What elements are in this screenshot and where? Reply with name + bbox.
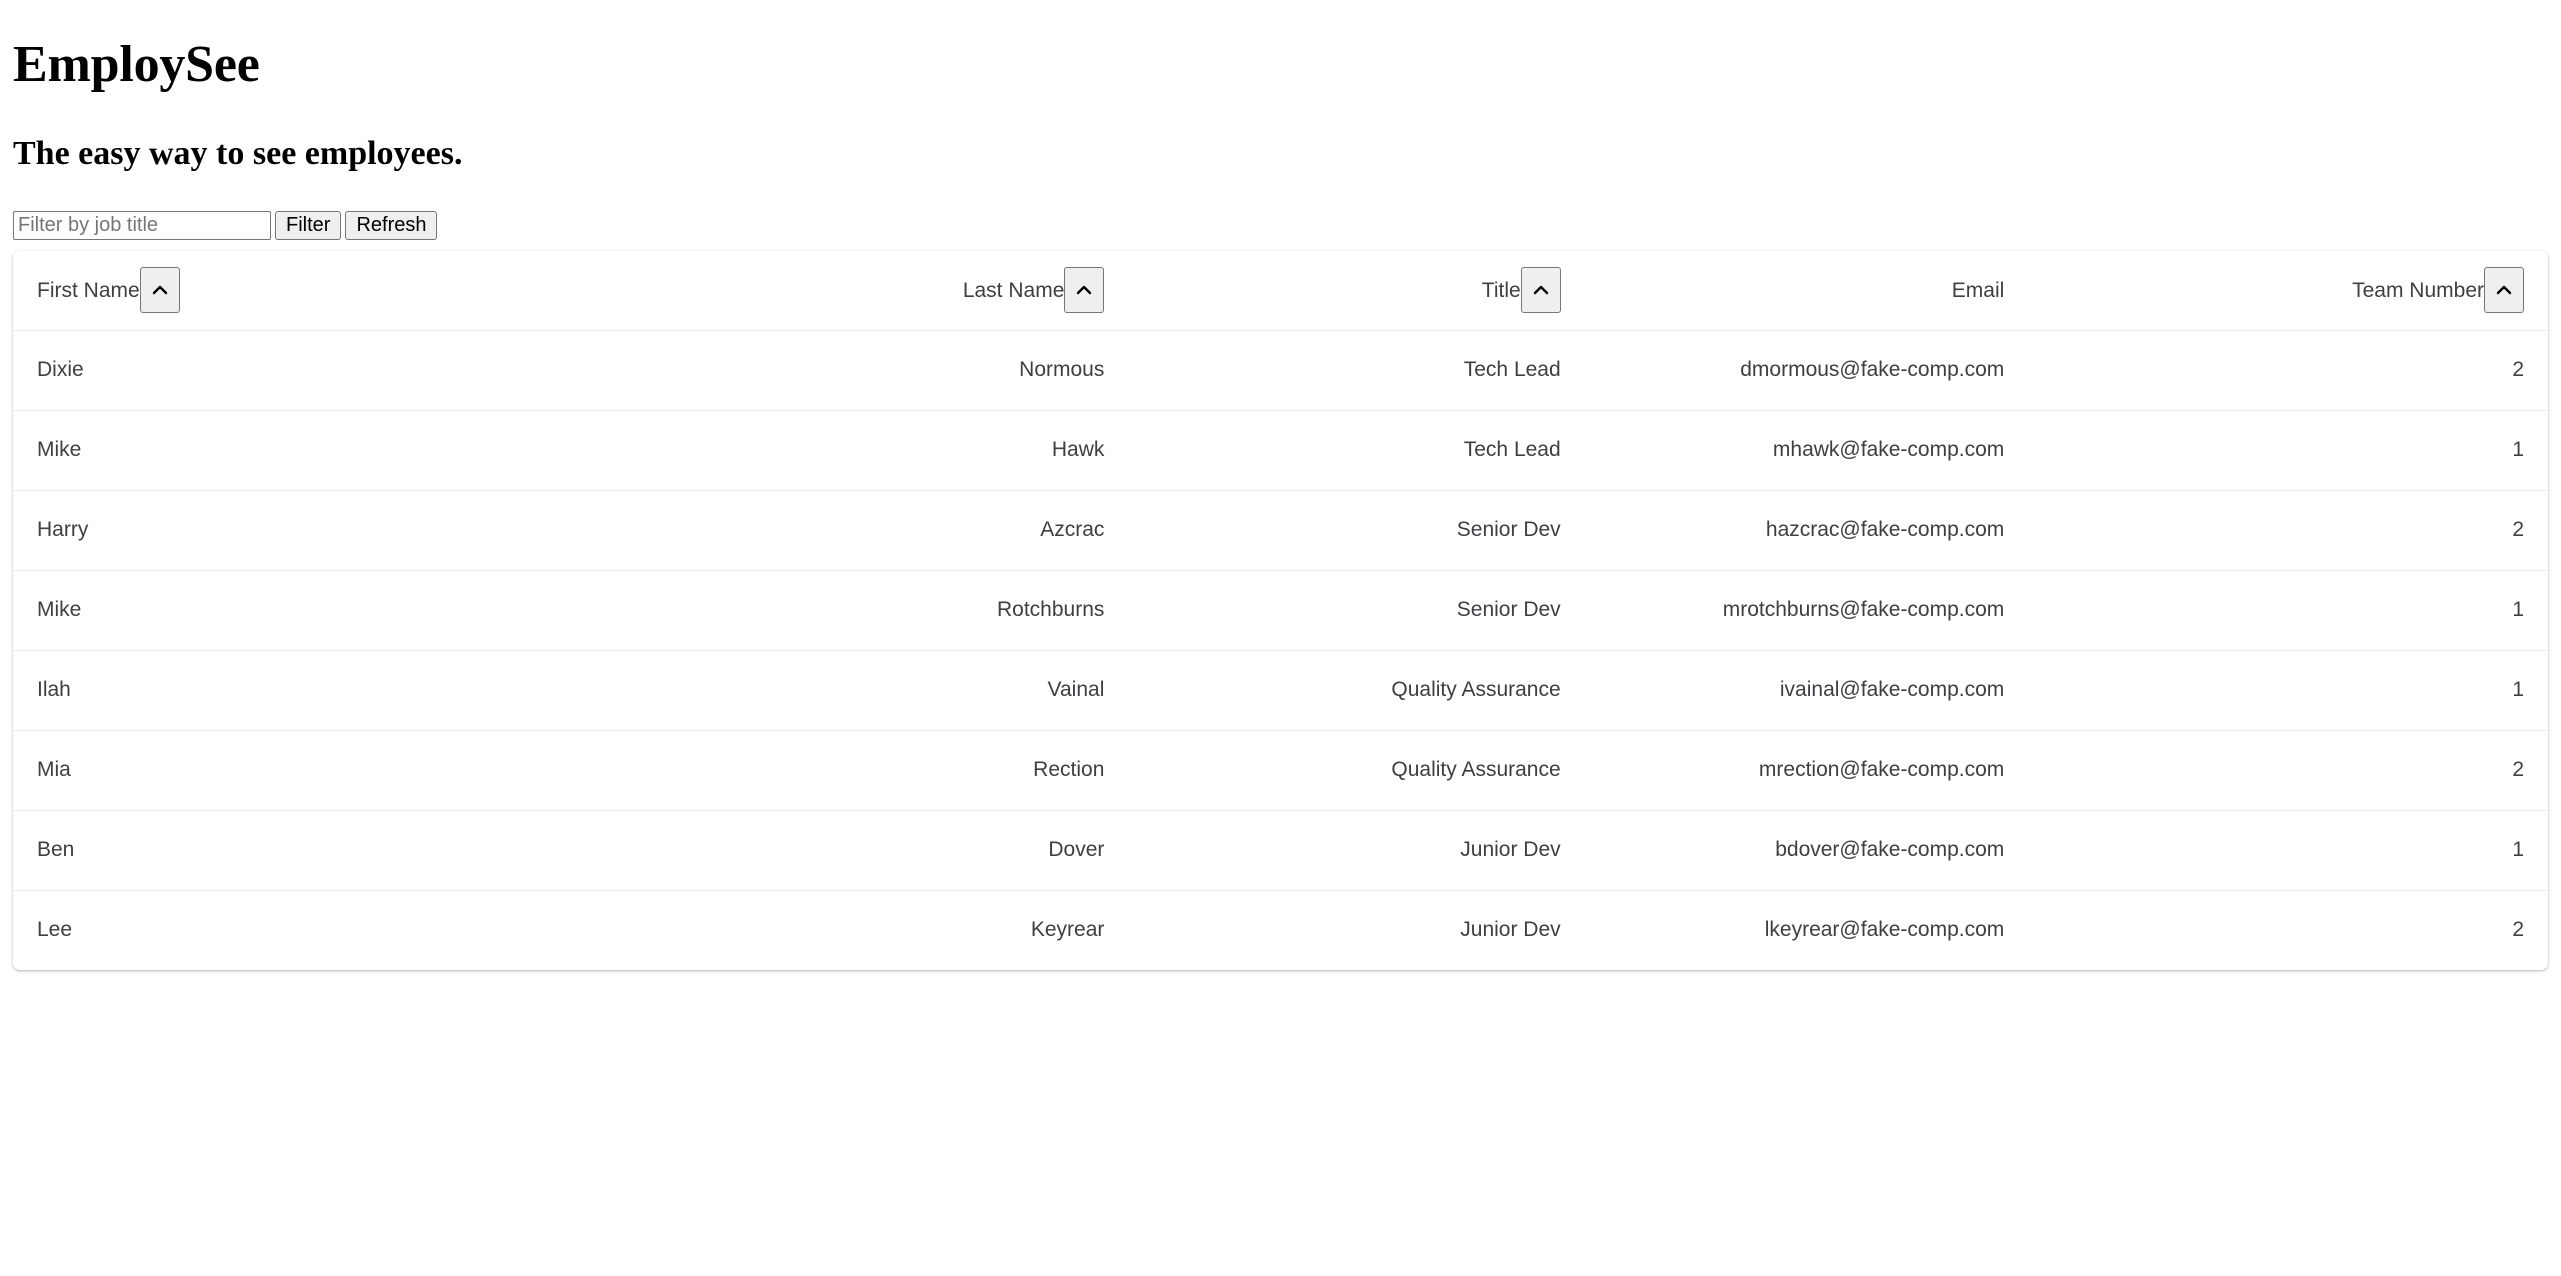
column-header-label: Last Name (962, 278, 1065, 302)
filter-button[interactable]: Filter (275, 210, 342, 240)
cell-email: ivainal@fake-comp.com (1584, 650, 2029, 731)
cell-first-name: Ben (13, 810, 635, 891)
page-subtitle: The easy way to see employees. (13, 135, 463, 173)
table-row[interactable]: Mia Rection Quality Assurance mrection@f… (13, 730, 2548, 811)
column-header-label: First Name (37, 278, 140, 302)
table-row[interactable]: Lee Keyrear Junior Dev lkeyrear@fake-com… (13, 890, 2548, 970)
cell-email: mrotchburns@fake-comp.com (1584, 570, 2029, 651)
cell-team-number: 1 (2028, 410, 2548, 491)
employee-table: First Name Last Name Title Email Team Nu… (13, 250, 2548, 970)
sort-last-name-button[interactable] (1064, 267, 1105, 314)
cell-last-name: Keyrear (1030, 918, 1105, 942)
table-row[interactable]: Mike Hawk Tech Lead mhawk@fake-comp.com … (13, 410, 2548, 491)
cell-first-name: Harry (13, 490, 635, 571)
cell-title: Senior Dev (1128, 490, 1585, 571)
cell-last-name: Rection (634, 730, 1129, 811)
cell-team-number: 1 (2028, 810, 2548, 891)
table-body: Dixie Normous Tech Lead dmormous@fake-co… (13, 330, 2548, 970)
cell-team-number: 1 (2028, 570, 2548, 651)
chevron-up-icon (2496, 285, 2512, 295)
cell-title: Quality Assurance (1128, 650, 1585, 731)
cell-title: Junior Dev (1128, 810, 1585, 891)
cell-team-number: 2 (2512, 918, 2524, 942)
column-header-email: Email (1584, 250, 2029, 331)
cell-title: Tech Lead (1128, 410, 1585, 491)
cell-title: Quality Assurance (1128, 730, 1585, 811)
table-row[interactable]: Ilah Vainal Quality Assurance ivainal@fa… (13, 650, 2548, 731)
sort-first-name-button[interactable] (139, 267, 180, 314)
job-title-filter-input[interactable] (13, 210, 271, 240)
cell-first-name: Mike (13, 570, 635, 651)
filter-toolbar: Filter Refresh (13, 210, 2548, 240)
cell-team-number: 2 (2028, 490, 2548, 571)
cell-team-number: 2 (2028, 330, 2548, 411)
column-header-label: Team Number (2352, 278, 2484, 302)
cell-last-name: Normous (634, 330, 1129, 411)
column-header-label: Email (1951, 278, 2005, 302)
page-title: EmploySee (13, 36, 260, 93)
chevron-up-icon (1533, 285, 1548, 295)
cell-first-name: Mike (13, 410, 635, 491)
column-header-last-name: Last Name (634, 250, 1129, 331)
cell-last-name: Dover (634, 810, 1129, 891)
table-row[interactable]: Harry Azcrac Senior Dev hazcrac@fake-com… (13, 490, 2548, 571)
refresh-button[interactable]: Refresh (345, 210, 438, 240)
cell-last-name: Rotchburns (634, 570, 1129, 651)
employee-table-card: First Name Last Name Title Email Team Nu… (13, 250, 2548, 970)
cell-email: mrection@fake-comp.com (1584, 730, 2029, 811)
cell-last-name: Hawk (634, 410, 1129, 491)
table-row[interactable]: Ben Dover Junior Dev bdover@fake-comp.co… (13, 810, 2548, 891)
cell-email: mhawk@fake-comp.com (1584, 410, 2029, 491)
cell-team-number: 2 (2028, 730, 2548, 811)
cell-team-number: 1 (2028, 650, 2548, 731)
column-header-title: Title (1128, 250, 1585, 331)
table-header: First Name Last Name Title Email Team Nu… (13, 250, 2548, 331)
chevron-up-icon (152, 285, 167, 295)
cell-last-name: Vainal (634, 650, 1129, 731)
cell-first-name: Ilah (13, 650, 635, 731)
cell-email: bdover@fake-comp.com (1584, 810, 2029, 891)
sort-title-button[interactable] (1520, 267, 1561, 314)
cell-title: Tech Lead (1128, 330, 1585, 411)
cell-email: hazcrac@fake-comp.com (1584, 490, 2029, 571)
cell-title: Senior Dev (1128, 570, 1585, 651)
cell-first-name: Lee (37, 918, 73, 942)
cell-email: dmormous@fake-comp.com (1584, 330, 2029, 411)
table-row[interactable]: Mike Rotchburns Senior Dev mrotchburns@f… (13, 570, 2548, 651)
column-header-team-number: Team Number (2028, 250, 2548, 331)
cell-title: Junior Dev (1460, 918, 1561, 942)
sort-team-number-button[interactable] (2484, 267, 2524, 314)
cell-first-name: Dixie (13, 330, 635, 411)
cell-first-name: Mia (13, 730, 635, 811)
table-row[interactable]: Dixie Normous Tech Lead dmormous@fake-co… (13, 330, 2548, 411)
table-header-row: First Name Last Name Title Email Team Nu… (13, 250, 2548, 331)
cell-last-name: Azcrac (634, 490, 1129, 571)
column-header-first-name: First Name (13, 250, 635, 331)
column-header-label: Title (1481, 278, 1521, 302)
chevron-up-icon (1077, 285, 1092, 295)
page-root: EmploySee The easy way to see employees.… (0, 36, 2561, 970)
cell-email: lkeyrear@fake-comp.com (1764, 918, 2005, 942)
